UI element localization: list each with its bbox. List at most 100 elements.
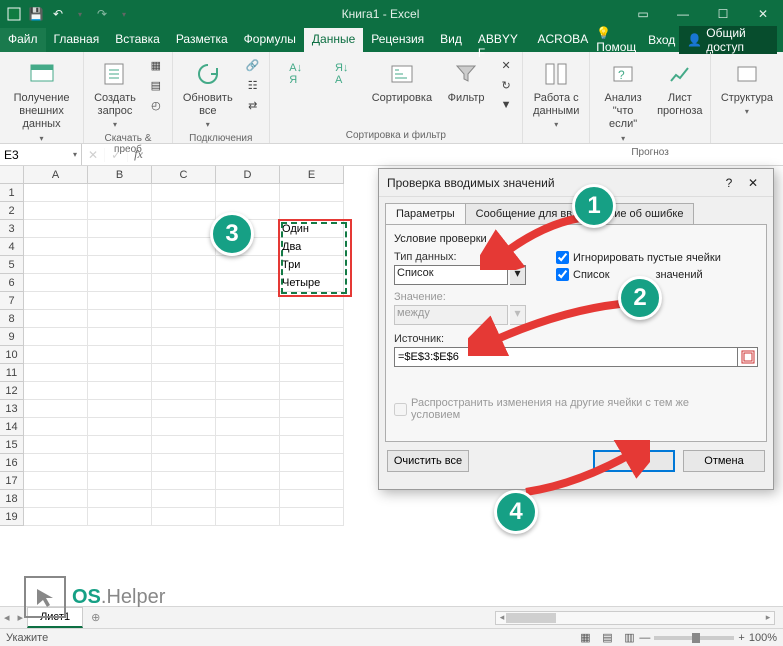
tab-abbyy[interactable]: ABBYY F [470, 28, 530, 52]
cell[interactable] [280, 472, 344, 490]
col-header[interactable]: A [24, 166, 88, 184]
data-tools-button[interactable]: Работа с данными ▾ [529, 56, 583, 131]
cell[interactable] [280, 310, 344, 328]
dialog-tab-settings[interactable]: Параметры [385, 203, 466, 224]
cell[interactable] [216, 418, 280, 436]
col-header[interactable]: B [88, 166, 152, 184]
row-header[interactable]: 12 [0, 382, 24, 400]
cell[interactable] [88, 364, 152, 382]
cell[interactable] [152, 292, 216, 310]
sort-button[interactable]: Сортировка [368, 56, 436, 107]
row-header[interactable]: 16 [0, 454, 24, 472]
cell[interactable] [216, 310, 280, 328]
row-header[interactable]: 7 [0, 292, 24, 310]
cell[interactable] [152, 310, 216, 328]
cell[interactable] [88, 472, 152, 490]
cell[interactable] [280, 508, 344, 526]
cancel-formula-icon[interactable]: ✕ [82, 148, 105, 162]
cell[interactable] [24, 184, 88, 202]
zoom-slider[interactable] [654, 636, 734, 640]
cell[interactable] [280, 292, 344, 310]
cell[interactable] [152, 400, 216, 418]
get-external-data-button[interactable]: Получение внешних данных ▾ [6, 56, 77, 145]
outline-button[interactable]: Структура ▾ [717, 56, 777, 118]
edit-links-button[interactable]: ⇄ [243, 96, 263, 114]
cell[interactable] [280, 364, 344, 382]
qat-customize-icon[interactable]: ▾ [116, 6, 132, 22]
undo-dd-icon[interactable]: ▾ [72, 6, 88, 22]
filter-button[interactable]: Фильтр [442, 56, 490, 107]
page-break-view-button[interactable]: ▥ [619, 631, 639, 645]
cell[interactable] [152, 220, 216, 238]
cell[interactable] [280, 400, 344, 418]
fx-icon[interactable]: fx [128, 147, 149, 162]
row-header[interactable]: 3 [0, 220, 24, 238]
tell-me[interactable]: 💡 Помощ [596, 26, 644, 54]
row-header[interactable]: 2 [0, 202, 24, 220]
advanced-filter-button[interactable]: ▼ [496, 96, 516, 114]
row-header[interactable]: 17 [0, 472, 24, 490]
cell[interactable] [88, 436, 152, 454]
tab-data[interactable]: Данные [304, 28, 363, 52]
cell[interactable]: Один [280, 220, 344, 238]
cell[interactable] [216, 292, 280, 310]
cell[interactable] [88, 382, 152, 400]
cell[interactable] [152, 418, 216, 436]
sheet-nav-prev-icon[interactable]: ◂ [0, 611, 14, 624]
zoom-out-button[interactable]: — [639, 632, 650, 644]
what-if-button[interactable]: ? Анализ "что если" ▾ [596, 56, 649, 145]
cell[interactable] [24, 418, 88, 436]
cell[interactable] [24, 256, 88, 274]
zoom-in-button[interactable]: + [738, 632, 744, 644]
ribbon-display-icon[interactable]: ▭ [623, 0, 663, 28]
cell[interactable] [24, 328, 88, 346]
cell[interactable] [216, 454, 280, 472]
reapply-button[interactable]: ↻ [496, 76, 516, 94]
cell[interactable] [24, 364, 88, 382]
cell[interactable] [24, 508, 88, 526]
minimize-button[interactable]: — [663, 0, 703, 28]
forecast-sheet-button[interactable]: Лист прогноза [656, 56, 704, 120]
row-header[interactable]: 11 [0, 364, 24, 382]
cell[interactable]: Четыре [280, 274, 344, 292]
page-layout-view-button[interactable]: ▤ [597, 631, 617, 645]
sort-asc-button[interactable]: A↓Я [276, 56, 316, 92]
new-query-button[interactable]: Создать запрос ▾ [90, 56, 140, 131]
cell[interactable] [216, 256, 280, 274]
tab-formulas[interactable]: Формулы [236, 28, 304, 52]
cell[interactable] [24, 346, 88, 364]
save-icon[interactable]: 💾 [28, 6, 44, 22]
cell[interactable] [24, 292, 88, 310]
login-link[interactable]: Вход [648, 33, 675, 47]
close-button[interactable]: ✕ [743, 0, 783, 28]
cell[interactable] [280, 436, 344, 454]
zoom-level[interactable]: 100% [749, 632, 777, 644]
clear-filter-button[interactable]: ✕ [496, 56, 516, 74]
connections-button[interactable]: 🔗 [243, 56, 263, 74]
cell[interactable] [24, 274, 88, 292]
cell[interactable] [88, 454, 152, 472]
redo-icon[interactable]: ↷ [94, 6, 110, 22]
cell[interactable] [152, 184, 216, 202]
sort-desc-button[interactable]: Я↓A [322, 56, 362, 92]
cell[interactable] [88, 328, 152, 346]
show-queries-button[interactable]: ▦ [146, 56, 166, 74]
cell[interactable] [152, 328, 216, 346]
tab-view[interactable]: Вид [432, 28, 470, 52]
col-header[interactable]: C [152, 166, 216, 184]
tab-acrobat[interactable]: ACROBA [530, 28, 597, 52]
cell[interactable] [152, 508, 216, 526]
row-header[interactable]: 14 [0, 418, 24, 436]
cell[interactable] [152, 274, 216, 292]
col-header[interactable]: E [280, 166, 344, 184]
cell[interactable] [216, 436, 280, 454]
row-header[interactable]: 15 [0, 436, 24, 454]
recent-sources-button[interactable]: ◴ [146, 96, 166, 114]
undo-icon[interactable]: ↶ [50, 6, 66, 22]
row-header[interactable]: 1 [0, 184, 24, 202]
cell[interactable] [88, 202, 152, 220]
cell[interactable] [24, 400, 88, 418]
normal-view-button[interactable]: ▦ [575, 631, 595, 645]
clear-all-button[interactable]: Очистить все [387, 450, 469, 472]
cell[interactable] [88, 274, 152, 292]
